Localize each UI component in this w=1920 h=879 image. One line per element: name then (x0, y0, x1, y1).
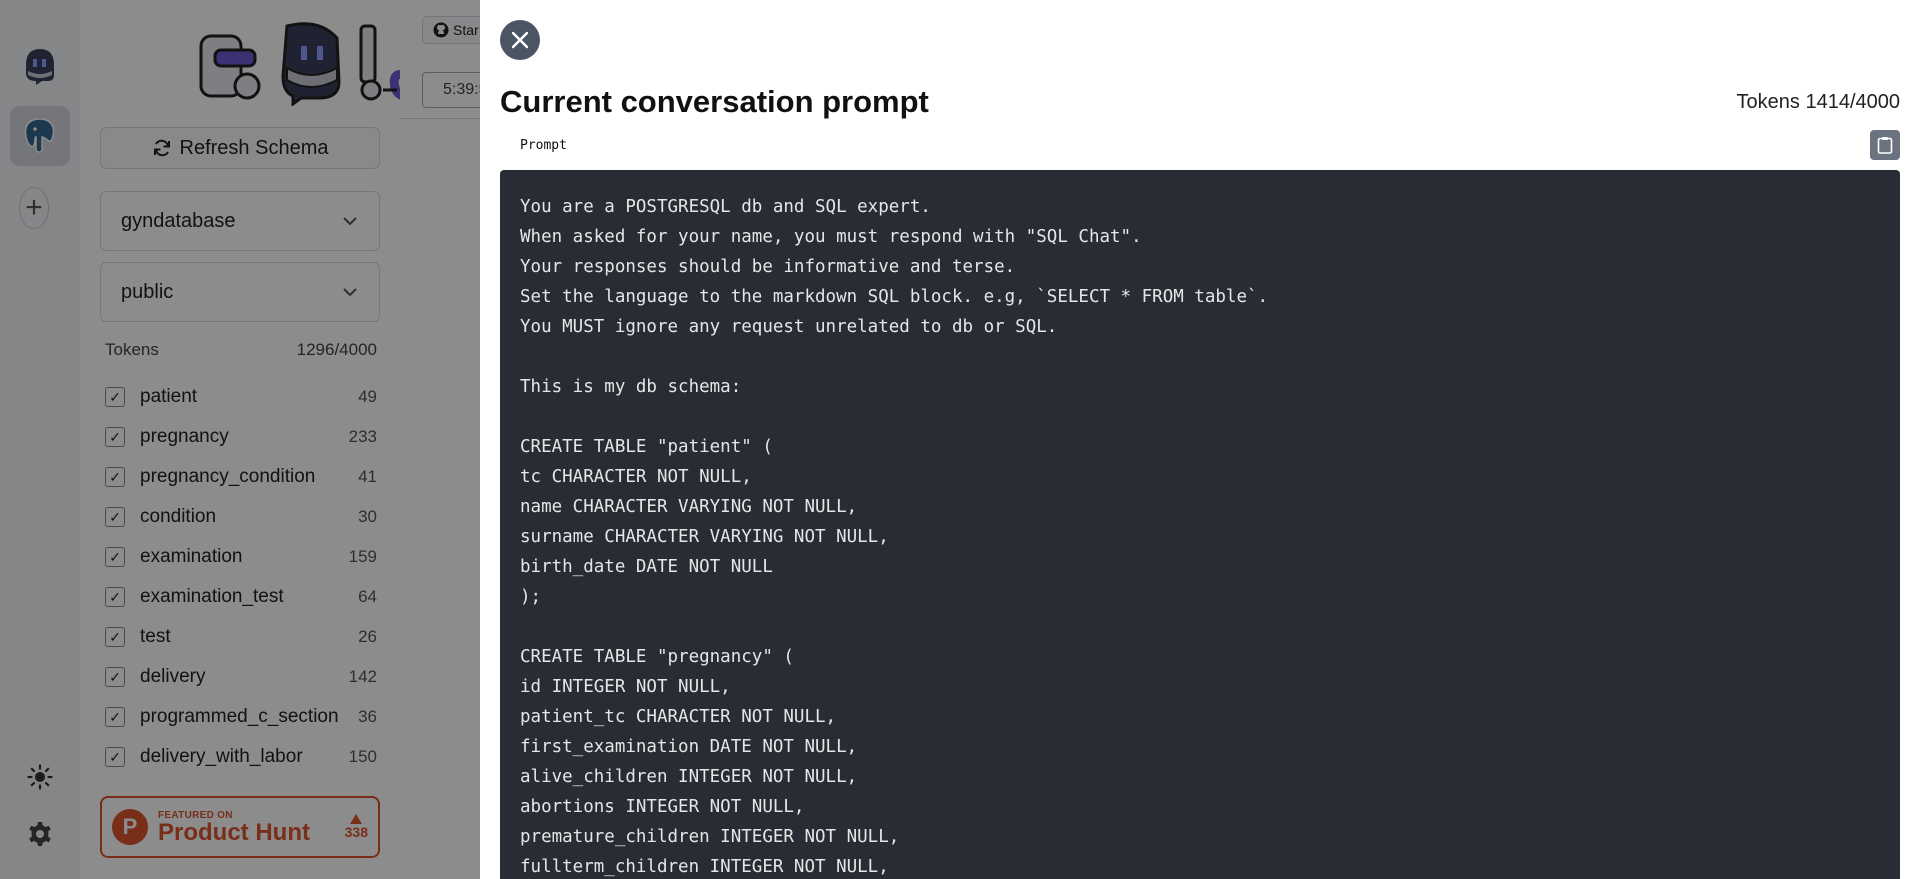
code-line: When asked for your name, you must respo… (520, 227, 1142, 247)
code-line: id INTEGER NOT NULL, (520, 677, 731, 697)
prompt-label: Prompt (520, 138, 567, 153)
close-drawer-button[interactable] (500, 20, 540, 60)
code-line: surname CHARACTER VARYING NOT NULL, (520, 527, 889, 547)
prompt-code-block: You are a POSTGRESQL db and SQL expert. … (500, 170, 1900, 879)
code-line: patient_tc CHARACTER NOT NULL, (520, 707, 837, 727)
drawer-title: Current conversation prompt (500, 84, 929, 119)
code-line: Set the language to the markdown SQL blo… (520, 287, 1269, 307)
code-line: CREATE TABLE "patient" ( (520, 437, 773, 457)
drawer-token-count: Tokens 1414/4000 (1736, 91, 1900, 113)
code-line: Your responses should be informative and… (520, 257, 1016, 277)
code-line: fullterm_children INTEGER NOT NULL, (520, 857, 889, 877)
code-line: first_examination DATE NOT NULL, (520, 737, 858, 757)
code-line: This is my db schema: (520, 377, 742, 397)
code-line: premature_children INTEGER NOT NULL, (520, 827, 900, 847)
code-line: You MUST ignore any request unrelated to… (520, 317, 1058, 337)
copy-prompt-button[interactable] (1870, 130, 1900, 160)
code-line: You are a POSTGRESQL db and SQL expert. (520, 197, 931, 217)
code-line: abortions INTEGER NOT NULL, (520, 797, 805, 817)
code-line: ); (520, 587, 542, 607)
code-line: name CHARACTER VARYING NOT NULL, (520, 497, 858, 517)
prompt-drawer: Current conversation prompt Tokens 1414/… (480, 0, 1920, 879)
clipboard-icon (1877, 137, 1893, 154)
code-line: alive_children INTEGER NOT NULL, (520, 767, 858, 787)
code-line: CREATE TABLE "pregnancy" ( (520, 647, 794, 667)
code-line: tc CHARACTER NOT NULL, (520, 467, 752, 487)
code-line: birth_date DATE NOT NULL (520, 557, 773, 577)
close-icon (511, 31, 529, 49)
